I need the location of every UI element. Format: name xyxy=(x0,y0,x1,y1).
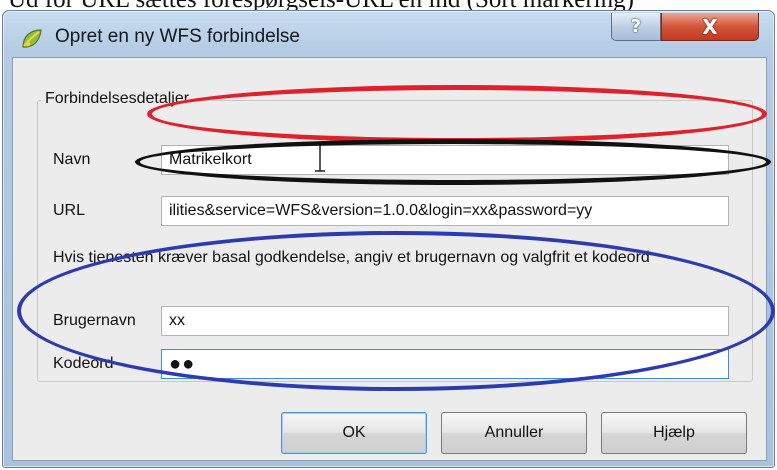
username-label: Brugernavn xyxy=(53,312,136,329)
connection-details-group xyxy=(37,100,753,382)
ok-button[interactable]: OK xyxy=(281,412,427,454)
url-label: URL xyxy=(53,202,86,219)
auth-info-text: Hvis tjenesten kræver basal godkendelse,… xyxy=(53,249,650,266)
username-input[interactable]: xx xyxy=(161,306,729,336)
text-cursor-icon xyxy=(315,142,325,172)
qgis-icon xyxy=(22,29,42,48)
titlebar-help-button[interactable]: ? xyxy=(611,13,661,41)
group-title: Forbindelsesdetaljer xyxy=(41,90,194,108)
titlebar-close-button[interactable]: X xyxy=(661,13,759,41)
cancel-button[interactable]: Annuller xyxy=(441,412,587,454)
screenshot-page: Ud for URL sættes forespørgsels-URL'en i… xyxy=(0,0,777,470)
dialog-client-area: Forbindelsesdetaljer Navn Matrikelkort U… xyxy=(12,57,767,461)
window-title: Opret en ny WFS forbindelse xyxy=(55,26,300,47)
name-label: Navn xyxy=(53,151,91,168)
help-button[interactable]: Hjælp xyxy=(601,412,747,454)
password-mask: ●● xyxy=(169,353,196,375)
url-input[interactable]: ilities&service=WFS&version=1.0.0&login=… xyxy=(161,196,729,226)
wfs-connection-dialog: Opret en ny WFS forbindelse ? X Forbinde… xyxy=(2,10,775,468)
password-input[interactable]: ●● xyxy=(161,349,729,379)
password-label: Kodeord xyxy=(53,355,114,372)
name-input[interactable]: Matrikelkort xyxy=(161,145,729,175)
